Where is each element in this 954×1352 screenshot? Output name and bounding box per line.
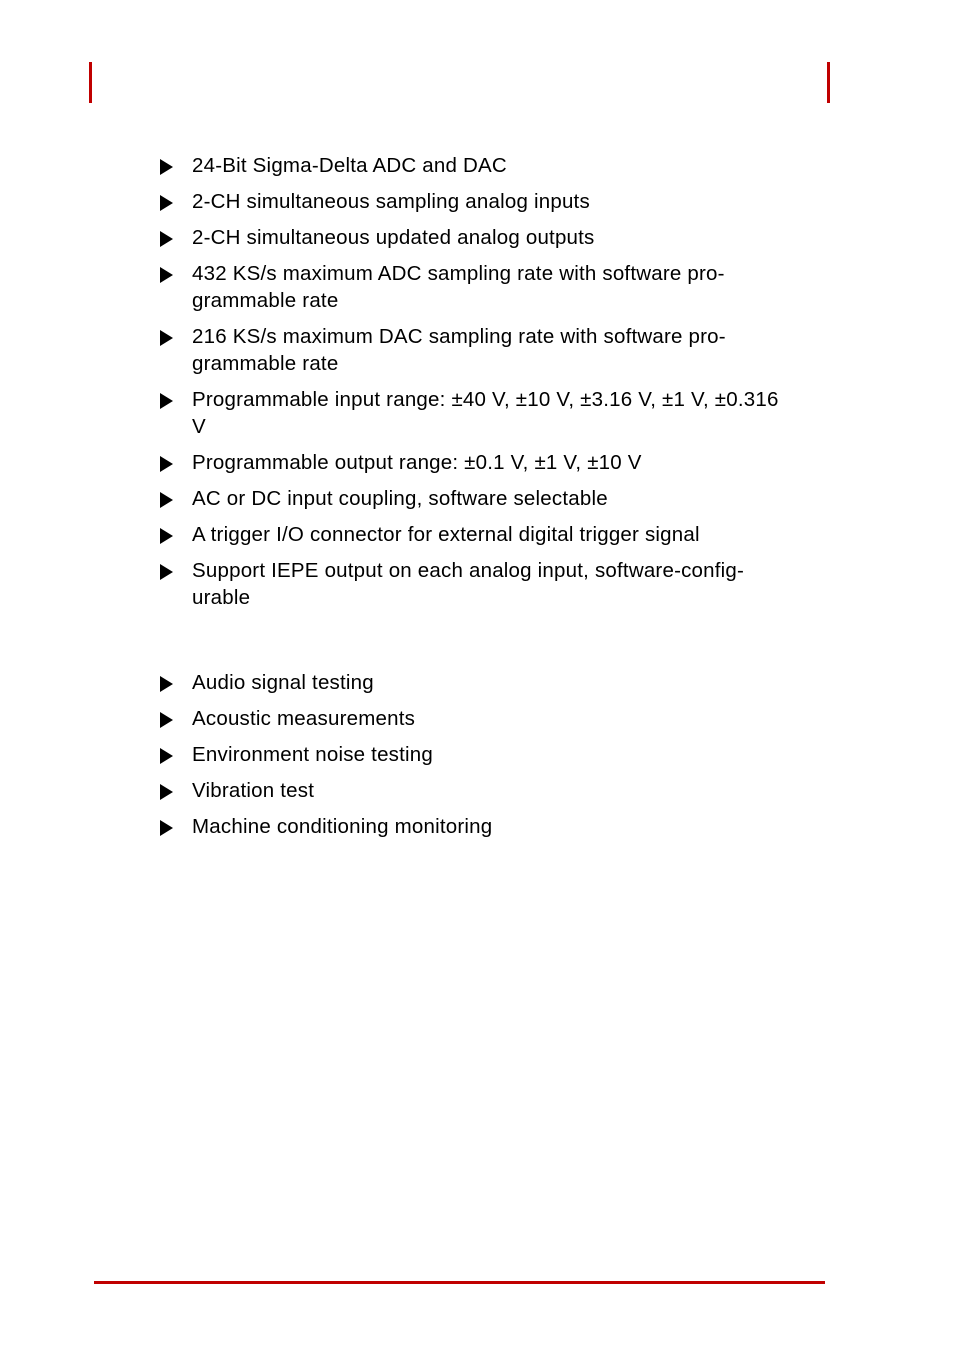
- list-item: 2-CH simultaneous sampling analog inputs: [159, 188, 779, 215]
- features-list: 24-Bit Sigma-Delta ADC and DAC 2-CH simu…: [159, 152, 779, 611]
- list-item: Vibration test: [159, 777, 779, 804]
- list-item-label: Support IEPE output on each analog input…: [192, 559, 745, 609]
- document-page: 24-Bit Sigma-Delta ADC and DAC 2-CH simu…: [0, 0, 954, 1352]
- list-item-label: 24-Bit Sigma-Delta ADC and DAC: [192, 154, 507, 177]
- list-item-label: Environment noise testing: [192, 743, 434, 766]
- list-item-label: Audio signal testing: [192, 671, 374, 694]
- list-item: 216 KS/s maximum DAC sampling rate with …: [159, 323, 779, 377]
- list-item: 2-CH simultaneous updated analog outputs: [159, 224, 779, 251]
- list-item-label: Acoustic measurements: [192, 707, 416, 730]
- list-item-label: 2-CH simultaneous updated analog outputs: [192, 226, 595, 249]
- triangle-right-icon: [160, 748, 173, 764]
- triangle-right-icon: [160, 820, 173, 836]
- triangle-right-icon: [160, 492, 173, 508]
- triangle-right-icon: [160, 528, 173, 544]
- list-item-label: Programmable input range: ±40 V, ±10 V, …: [192, 388, 779, 438]
- crop-mark-left-icon: [89, 62, 92, 103]
- triangle-right-icon: [160, 456, 173, 472]
- list-item: 24-Bit Sigma-Delta ADC and DAC: [159, 152, 779, 179]
- applications-list: Audio signal testing Acoustic measuremen…: [159, 669, 779, 840]
- list-item-label: Vibration test: [192, 779, 315, 802]
- list-item: Environment noise testing: [159, 741, 779, 768]
- list-item-label: 2-CH simultaneous sampling analog inputs: [192, 190, 590, 213]
- triangle-right-icon: [160, 676, 173, 692]
- triangle-right-icon: [160, 267, 173, 283]
- triangle-right-icon: [160, 159, 173, 175]
- header-crop-marks: [0, 62, 954, 103]
- footer-rule: [94, 1281, 825, 1284]
- triangle-right-icon: [160, 393, 173, 409]
- crop-mark-right-icon: [827, 62, 830, 103]
- list-item-label: 432 KS/s maximum ADC sampling rate with …: [192, 262, 725, 312]
- list-item: 432 KS/s maximum ADC sampling rate with …: [159, 260, 779, 314]
- list-item-label: AC or DC input coupling, software select…: [192, 487, 608, 510]
- triangle-right-icon: [160, 231, 173, 247]
- list-item: Machine conditioning monitoring: [159, 813, 779, 840]
- triangle-right-icon: [160, 195, 173, 211]
- triangle-right-icon: [160, 564, 173, 580]
- list-item-label: A trigger I/O connector for external dig…: [192, 523, 700, 546]
- list-item: Audio signal testing: [159, 669, 779, 696]
- list-item: Programmable output range: ±0.1 V, ±1 V,…: [159, 449, 779, 476]
- triangle-right-icon: [160, 784, 173, 800]
- list-item-label: Programmable output range: ±0.1 V, ±1 V,…: [192, 451, 642, 474]
- list-item: Acoustic measurements: [159, 705, 779, 732]
- list-item: AC or DC input coupling, software select…: [159, 485, 779, 512]
- list-item-label: Machine conditioning monitoring: [192, 815, 493, 838]
- triangle-right-icon: [160, 712, 173, 728]
- triangle-right-icon: [160, 330, 173, 346]
- list-item: Support IEPE output on each analog input…: [159, 557, 779, 611]
- page-content: 24-Bit Sigma-Delta ADC and DAC 2-CH simu…: [159, 152, 779, 840]
- list-item: Programmable input range: ±40 V, ±10 V, …: [159, 386, 779, 440]
- list-item: A trigger I/O connector for external dig…: [159, 521, 779, 548]
- list-item-label: 216 KS/s maximum DAC sampling rate with …: [192, 325, 726, 375]
